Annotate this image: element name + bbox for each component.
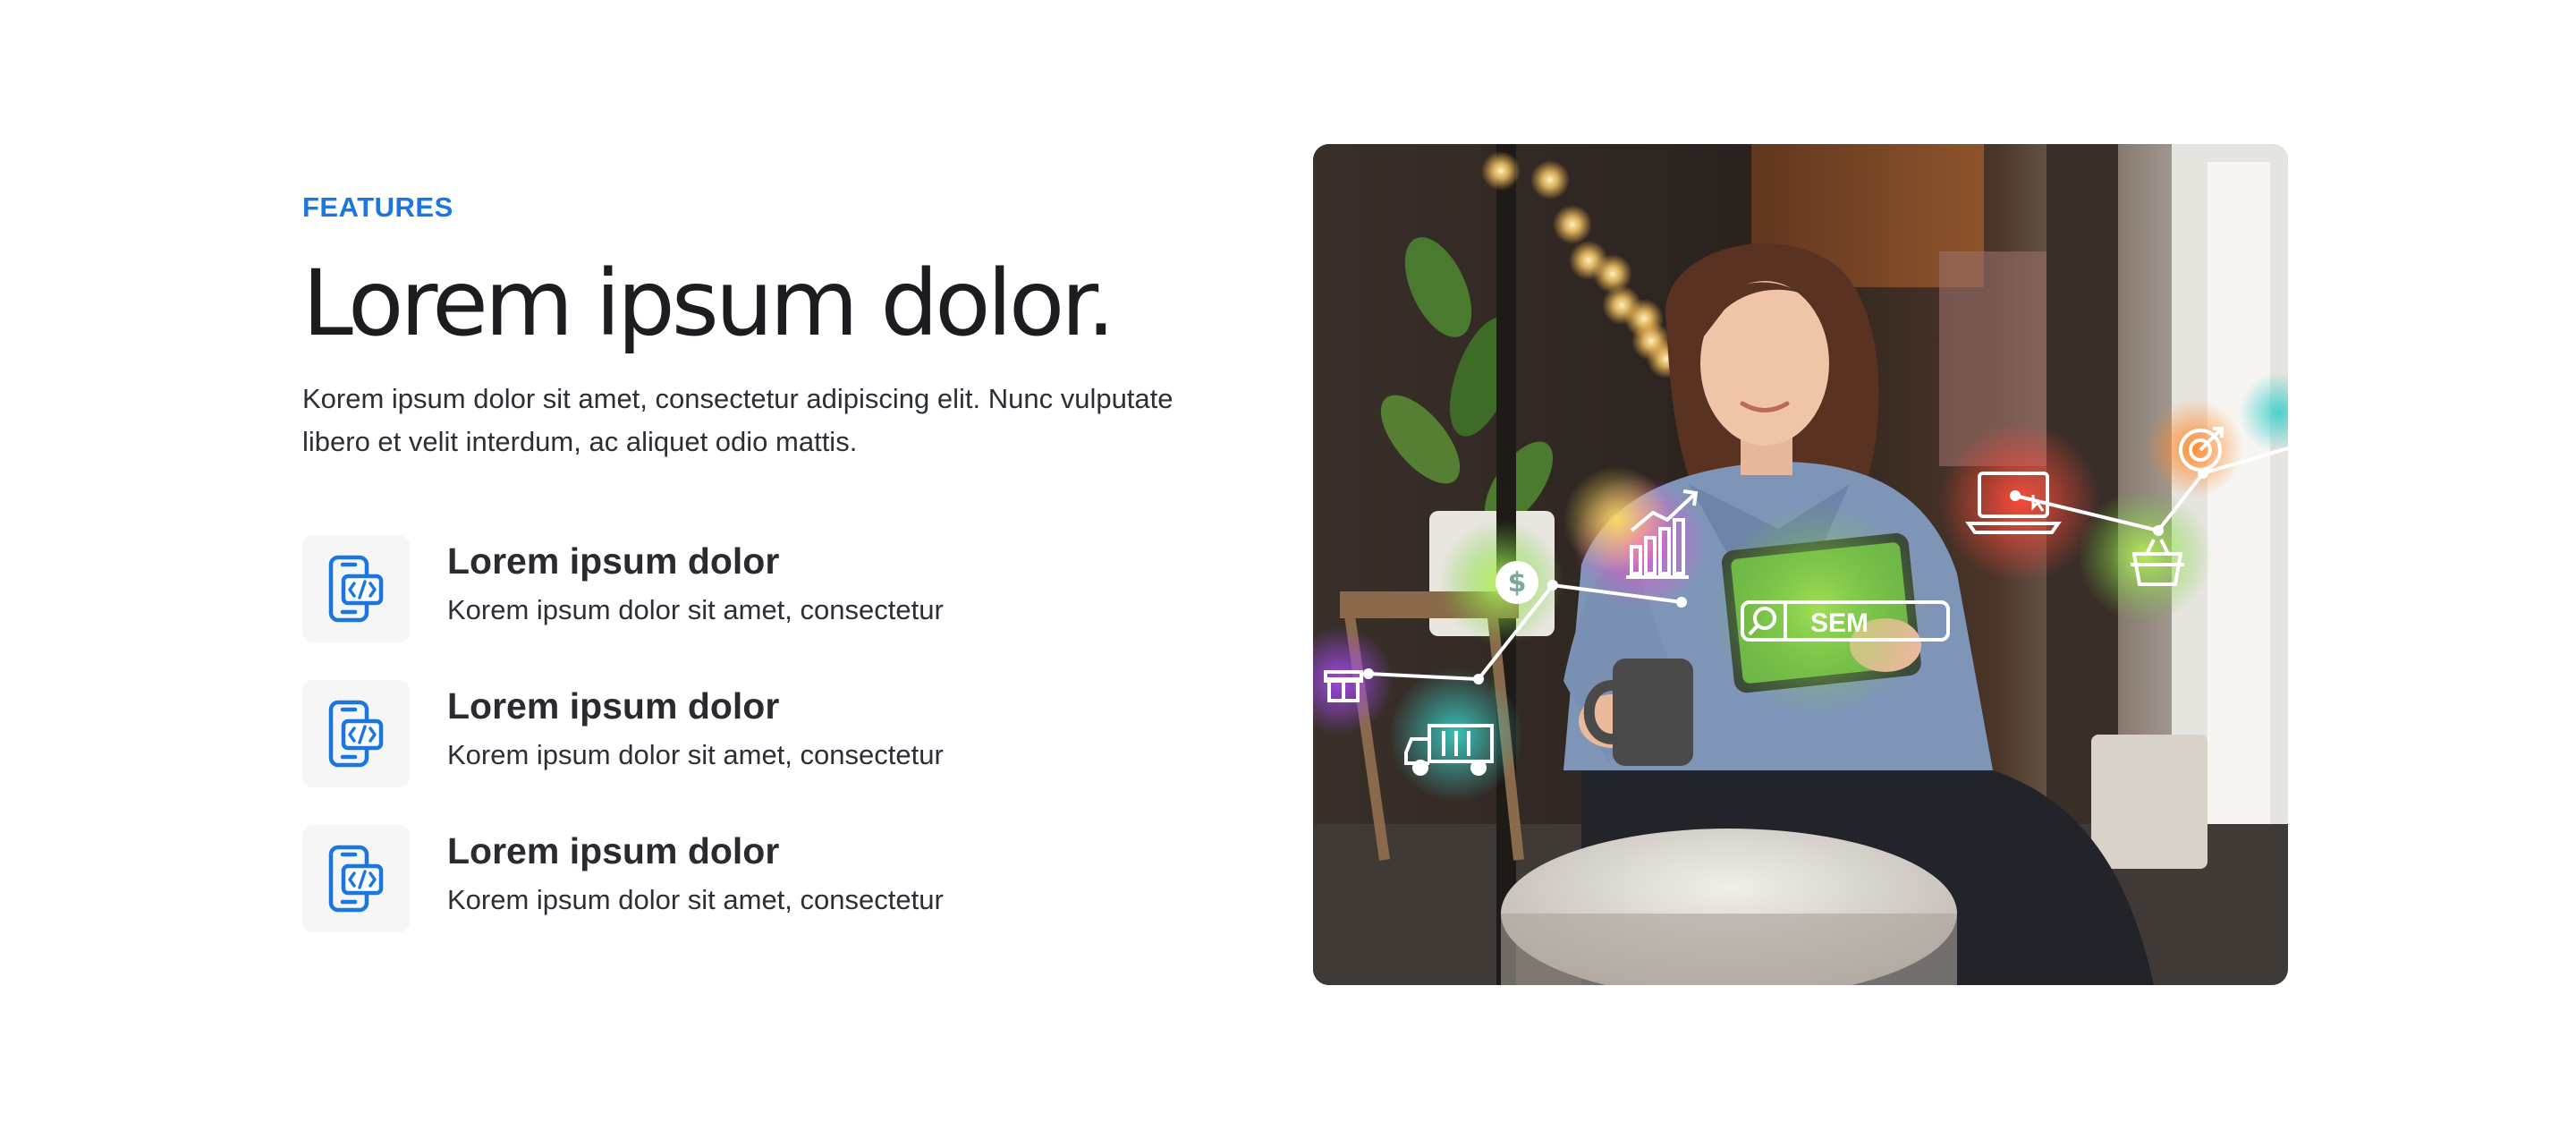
feature-text: Lorem ipsum dolor Korem ipsum dolor sit … bbox=[447, 825, 944, 920]
feature-text: Lorem ipsum dolor Korem ipsum dolor sit … bbox=[447, 680, 944, 775]
section-lead: Korem ipsum dolor sit amet, consectetur … bbox=[302, 383, 1174, 457]
svg-text:$: $ bbox=[1508, 567, 1527, 599]
section-headline: Lorem ipsum dolor. bbox=[302, 251, 1115, 357]
section-eyebrow: FEATURES bbox=[302, 191, 453, 223]
feature-title: Lorem ipsum dolor bbox=[447, 540, 780, 582]
feature-title: Lorem ipsum dolor bbox=[447, 685, 780, 727]
sem-label: SEM bbox=[1810, 608, 1868, 638]
feature-title: Lorem ipsum dolor bbox=[447, 830, 780, 871]
dollar-icon: $ bbox=[1496, 561, 1538, 604]
features-section: FEATURES Lorem ipsum dolor. Korem ipsum … bbox=[302, 175, 1233, 970]
mobile-code-icon bbox=[328, 845, 384, 913]
feature-item: Lorem ipsum dolor Korem ipsum dolor sit … bbox=[302, 535, 1233, 642]
feature-icon-tile bbox=[302, 825, 410, 932]
mobile-code-icon bbox=[328, 555, 384, 623]
feature-list: Lorem ipsum dolor Korem ipsum dolor sit … bbox=[302, 535, 1233, 932]
mobile-code-icon bbox=[328, 700, 384, 768]
feature-icon-tile bbox=[302, 680, 410, 787]
feature-item: Lorem ipsum dolor Korem ipsum dolor sit … bbox=[302, 825, 1233, 932]
feature-description: Korem ipsum dolor sit amet, consectetur bbox=[447, 594, 944, 625]
feature-icon-tile bbox=[302, 535, 410, 642]
feature-item: Lorem ipsum dolor Korem ipsum dolor sit … bbox=[302, 680, 1233, 787]
feature-text: Lorem ipsum dolor Korem ipsum dolor sit … bbox=[447, 535, 944, 630]
feature-description: Korem ipsum dolor sit amet, consectetur bbox=[447, 739, 944, 770]
hero-photo: $ SEM bbox=[1313, 144, 2288, 985]
hero-photo-illustration: $ SEM bbox=[1313, 144, 2288, 985]
feature-description: Korem ipsum dolor sit amet, consectetur bbox=[447, 884, 944, 915]
